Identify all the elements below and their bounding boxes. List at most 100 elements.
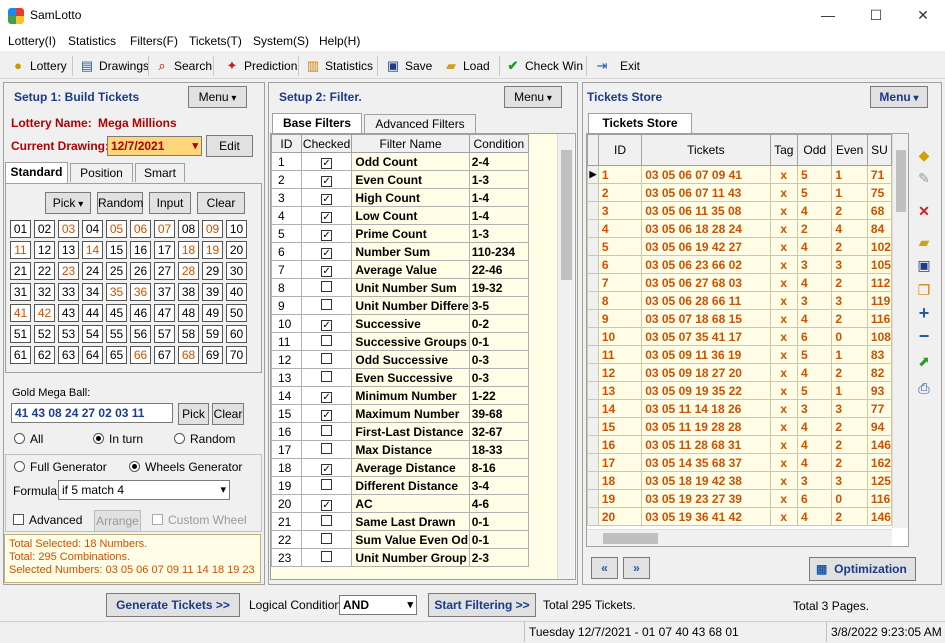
toolbar-exit-button[interactable]: ⇥ Exit (594, 56, 640, 76)
radio-in-turn[interactable]: In turn (93, 432, 143, 446)
filter-checkbox-cell[interactable] (300, 278, 353, 297)
radio-random[interactable]: Random (174, 432, 235, 446)
ticket-row[interactable]: 6 03 05 06 23 66 02 x 3 3 105 (587, 255, 893, 274)
plus-icon[interactable]: + (913, 303, 935, 323)
number-cell[interactable]: 13 (58, 241, 79, 259)
filter-checkbox[interactable]: ✓ (321, 157, 333, 169)
number-cell[interactable]: 32 (34, 283, 55, 301)
number-cell[interactable]: 03 (58, 220, 79, 238)
number-cell[interactable]: 35 (106, 283, 127, 301)
number-cell[interactable]: 50 (226, 304, 247, 322)
number-cell[interactable]: 40 (226, 283, 247, 301)
ticket-col-sum[interactable]: SU (866, 134, 893, 166)
number-cell[interactable]: 54 (82, 325, 103, 343)
filter-row[interactable]: 4 ✓ Low Count 1-4 (271, 206, 530, 225)
filter-condition[interactable]: 0-2 (468, 314, 530, 333)
number-cell[interactable]: 67 (154, 346, 175, 364)
number-cell[interactable]: 33 (58, 283, 79, 301)
number-cell[interactable]: 16 (130, 241, 151, 259)
ticket-row[interactable]: 18 03 05 18 19 42 38 x 3 3 125 (587, 471, 893, 490)
tab-tickets-store[interactable]: Tickets Store (588, 113, 692, 134)
number-cell[interactable]: 04 (82, 220, 103, 238)
arrange-button[interactable]: Arrange (94, 510, 141, 532)
number-cell[interactable]: 27 (154, 262, 175, 280)
number-cell[interactable]: 41 (10, 304, 31, 322)
number-cell[interactable]: 42 (34, 304, 55, 322)
menu-tickets[interactable]: Tickets(T) (189, 34, 242, 48)
setup1-menu-button[interactable]: Menu (188, 86, 247, 108)
radio-wheels-generator[interactable]: Wheels Generator (129, 460, 242, 474)
tab-smart[interactable]: Smart (135, 163, 185, 182)
filter-row[interactable]: 1 ✓ Odd Count 2-4 (271, 152, 530, 171)
filter-checkbox-cell[interactable] (300, 476, 353, 495)
input-button[interactable]: Input (149, 192, 191, 214)
menu-statistics[interactable]: Statistics (68, 34, 116, 48)
number-cell[interactable]: 15 (106, 241, 127, 259)
filter-row[interactable]: 3 ✓ High Count 1-4 (271, 188, 530, 207)
number-cell[interactable]: 45 (106, 304, 127, 322)
ticket-row[interactable]: 16 03 05 11 28 68 31 x 4 2 146 (587, 435, 893, 454)
radio-all[interactable]: All (14, 432, 43, 446)
filter-col-checked[interactable]: Checked (300, 134, 353, 153)
toolbar-statistics-button[interactable]: ▥ Statistics (305, 56, 373, 76)
filter-col-id[interactable]: ID (271, 134, 302, 153)
filter-row[interactable]: 8 Unit Number Sum 19-32 (271, 278, 530, 297)
number-cell[interactable]: 25 (106, 262, 127, 280)
filter-condition[interactable]: 39-68 (468, 404, 530, 423)
ticket-row[interactable]: 17 03 05 14 35 68 37 x 4 2 162 (587, 453, 893, 472)
close-button[interactable]: ✕ (911, 4, 935, 26)
ticket-row[interactable]: 4 03 05 06 18 28 24 x 2 4 84 (587, 219, 893, 238)
ticket-row[interactable]: 14 03 05 11 14 18 26 x 3 3 77 (587, 399, 893, 418)
filter-checkbox-cell[interactable]: ✓ (300, 494, 353, 513)
number-cell[interactable]: 69 (202, 346, 223, 364)
filter-row[interactable]: 15 ✓ Maximum Number 39-68 (271, 404, 530, 423)
filter-checkbox[interactable]: ✓ (321, 193, 333, 205)
ticket-col-even[interactable]: Even (831, 134, 868, 166)
filter-row[interactable]: 19 Different Distance 3-4 (271, 476, 530, 495)
gold-clear-button[interactable]: Clear (212, 403, 244, 425)
filter-row[interactable]: 14 ✓ Minimum Number 1-22 (271, 386, 530, 405)
toolbar-drawings-button[interactable]: ▤ Drawings (79, 56, 149, 76)
number-cell[interactable]: 26 (130, 262, 151, 280)
filter-checkbox[interactable] (321, 532, 333, 544)
current-drawing-select[interactable]: 12/7/2021 (107, 136, 202, 156)
number-cell[interactable]: 24 (82, 262, 103, 280)
number-cell[interactable]: 48 (178, 304, 199, 322)
maximize-button[interactable]: ☐ (864, 4, 888, 26)
filter-condition[interactable]: 0-1 (468, 512, 530, 531)
filter-scrollbar[interactable] (557, 134, 574, 579)
filter-checkbox[interactable] (321, 424, 333, 436)
edit-ticket-icon[interactable]: ✎ (913, 168, 935, 188)
filter-condition[interactable]: 19-32 (468, 278, 530, 297)
number-cell[interactable]: 61 (10, 346, 31, 364)
number-cell[interactable]: 65 (106, 346, 127, 364)
filter-checkbox-cell[interactable]: ✓ (300, 152, 353, 171)
filter-condition[interactable]: 18-33 (468, 440, 530, 459)
number-cell[interactable]: 12 (34, 241, 55, 259)
filter-condition[interactable]: 1-22 (468, 386, 530, 405)
filter-checkbox[interactable]: ✓ (321, 247, 333, 259)
ticket-row[interactable]: 7 03 05 06 27 68 03 x 4 2 112 (587, 273, 893, 292)
number-cell[interactable]: 57 (154, 325, 175, 343)
filter-checkbox[interactable] (321, 352, 333, 364)
filter-checkbox[interactable]: ✓ (321, 229, 333, 241)
ticket-row[interactable]: 8 03 05 06 28 66 11 x 3 3 119 (587, 291, 893, 310)
filter-row[interactable]: 13 Even Successive 0-3 (271, 368, 530, 387)
add-ticket-icon[interactable]: ◆ (913, 145, 935, 165)
filter-checkbox-cell[interactable] (300, 512, 353, 531)
pick-button[interactable]: Pick (45, 192, 91, 214)
ticket-row[interactable]: 9 03 05 07 18 68 15 x 4 2 116 (587, 309, 893, 328)
filter-row[interactable]: 12 Odd Successive 0-3 (271, 350, 530, 369)
save-icon[interactable]: ▣ (913, 255, 935, 275)
toolbar-lottery-button[interactable]: ● Lottery (10, 56, 67, 76)
filter-checkbox[interactable]: ✓ (321, 391, 333, 403)
number-cell[interactable]: 37 (154, 283, 175, 301)
filter-checkbox-cell[interactable]: ✓ (300, 224, 353, 243)
minus-icon[interactable]: − (913, 326, 935, 346)
ticket-col-id[interactable]: ID (597, 134, 643, 166)
filter-checkbox[interactable] (321, 442, 333, 454)
filter-condition[interactable]: 0-3 (468, 368, 530, 387)
filter-checkbox-cell[interactable]: ✓ (300, 458, 353, 477)
logical-condition-select[interactable]: AND (339, 595, 417, 615)
filter-row[interactable]: 16 First-Last Distance 32-67 (271, 422, 530, 441)
